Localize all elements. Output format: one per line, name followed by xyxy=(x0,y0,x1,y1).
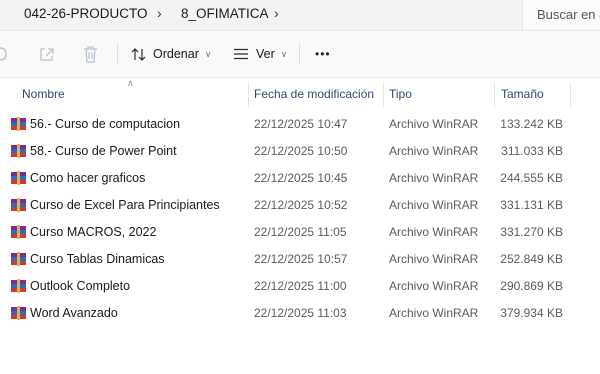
winrar-archive-icon xyxy=(11,198,26,212)
file-row[interactable]: Curso de Excel Para Principiantes 22/12/… xyxy=(0,192,600,219)
file-size: 244.555 KB xyxy=(500,171,563,185)
file-size: 290.869 KB xyxy=(500,279,563,293)
file-size: 252.849 KB xyxy=(500,252,563,266)
file-row[interactable]: Outlook Completo 22/12/2025 11:00 Archiv… xyxy=(0,273,600,300)
toolbar-separator xyxy=(299,43,300,65)
share-icon xyxy=(40,47,54,61)
column-header-date[interactable]: Fecha de modificación xyxy=(254,87,374,101)
share-button[interactable] xyxy=(38,31,55,77)
winrar-archive-icon xyxy=(11,117,26,131)
file-row[interactable]: 58.- Curso de Power Point 22/12/2025 10:… xyxy=(0,138,600,165)
winrar-archive-icon xyxy=(11,144,26,158)
trash-icon xyxy=(84,45,97,63)
toolbar-separator xyxy=(117,43,118,65)
file-name: Curso de Excel Para Principiantes xyxy=(30,198,220,212)
sort-ascending-icon: ∧ xyxy=(127,78,134,88)
file-date: 22/12/2025 10:50 xyxy=(254,144,348,158)
winrar-archive-icon xyxy=(11,225,26,239)
file-date: 22/12/2025 11:05 xyxy=(254,225,347,239)
column-header-type[interactable]: Tipo xyxy=(389,87,412,101)
file-size: 311.033 KB xyxy=(501,144,563,158)
file-row[interactable]: Como hacer graficos 22/12/2025 10:45 Arc… xyxy=(0,165,600,192)
column-divider[interactable] xyxy=(248,82,249,108)
file-name: Curso Tablas Dinamicas xyxy=(30,252,165,266)
file-date: 22/12/2025 10:57 xyxy=(254,252,348,266)
file-row[interactable]: Curso Tablas Dinamicas 22/12/2025 10:57 … xyxy=(0,246,600,273)
file-size: 331.270 KB xyxy=(500,225,563,239)
column-divider[interactable] xyxy=(494,82,495,108)
address-bar[interactable]: 042-26-PRODUCTO › 8_OFIMATICA › xyxy=(0,0,600,30)
sort-icon xyxy=(131,47,146,61)
view-button[interactable]: Ver ∨ xyxy=(233,31,287,77)
file-size: 379.934 KB xyxy=(500,306,563,320)
file-date: 22/12/2025 10:52 xyxy=(254,198,348,212)
chevron-down-icon: ∨ xyxy=(280,48,288,59)
file-row[interactable]: Word Avanzado 22/12/2025 11:03 Archivo W… xyxy=(0,300,600,327)
breadcrumb-item-ofimatica[interactable]: 8_OFIMATICA xyxy=(181,6,269,21)
file-date: 22/12/2025 11:03 xyxy=(254,306,347,320)
file-name: Curso MACROS, 2022 xyxy=(30,225,157,239)
column-divider[interactable] xyxy=(570,82,571,108)
column-header-name[interactable]: Nombre xyxy=(22,87,65,101)
sort-label: Ordenar xyxy=(153,47,199,61)
winrar-archive-icon xyxy=(11,306,26,320)
winrar-archive-icon xyxy=(11,171,26,185)
copy-icon xyxy=(0,47,7,61)
chevron-down-icon: ∨ xyxy=(204,48,212,59)
file-date: 22/12/2025 11:00 xyxy=(254,279,347,293)
file-name: Como hacer graficos xyxy=(30,171,146,185)
view-label: Ver xyxy=(256,47,275,61)
file-date: 22/12/2025 10:47 xyxy=(254,117,348,131)
file-name: 56.- Curso de computacion xyxy=(30,117,181,131)
delete-button[interactable] xyxy=(83,31,98,77)
file-date: 22/12/2025 10:45 xyxy=(254,171,348,185)
search-box[interactable]: Buscar en 8 xyxy=(522,0,600,29)
column-divider[interactable] xyxy=(383,82,384,108)
column-header-row: ∧ Nombre Fecha de modificación Tipo Tama… xyxy=(0,78,600,108)
file-name: Word Avanzado xyxy=(30,306,118,320)
file-name: 58.- Curso de Power Point xyxy=(30,144,177,158)
breadcrumb-item-producto[interactable]: 042-26-PRODUCTO xyxy=(24,6,148,21)
file-size: 331.131 KB xyxy=(500,198,563,212)
command-bar: Ordenar ∨ Ver ∨ ••• xyxy=(0,30,600,78)
chevron-right-icon[interactable]: › xyxy=(274,5,279,21)
column-header-size[interactable]: Tamaño xyxy=(501,87,544,101)
winrar-archive-icon xyxy=(11,279,26,293)
file-name: Outlook Completo xyxy=(30,279,131,293)
file-size: 133.242 KB xyxy=(500,117,563,131)
sort-button[interactable]: Ordenar ∨ xyxy=(131,31,211,77)
search-input[interactable]: Buscar en 8 xyxy=(537,7,600,22)
winrar-archive-icon xyxy=(11,252,26,266)
chevron-right-icon[interactable]: › xyxy=(157,5,162,21)
more-options-button[interactable]: ••• xyxy=(315,31,331,77)
view-icon xyxy=(234,48,248,60)
file-row[interactable]: Curso MACROS, 2022 22/12/2025 11:05 Arch… xyxy=(0,219,600,246)
file-row[interactable]: 56.- Curso de computacion 22/12/2025 10:… xyxy=(0,111,600,138)
copy-button[interactable] xyxy=(0,31,12,77)
